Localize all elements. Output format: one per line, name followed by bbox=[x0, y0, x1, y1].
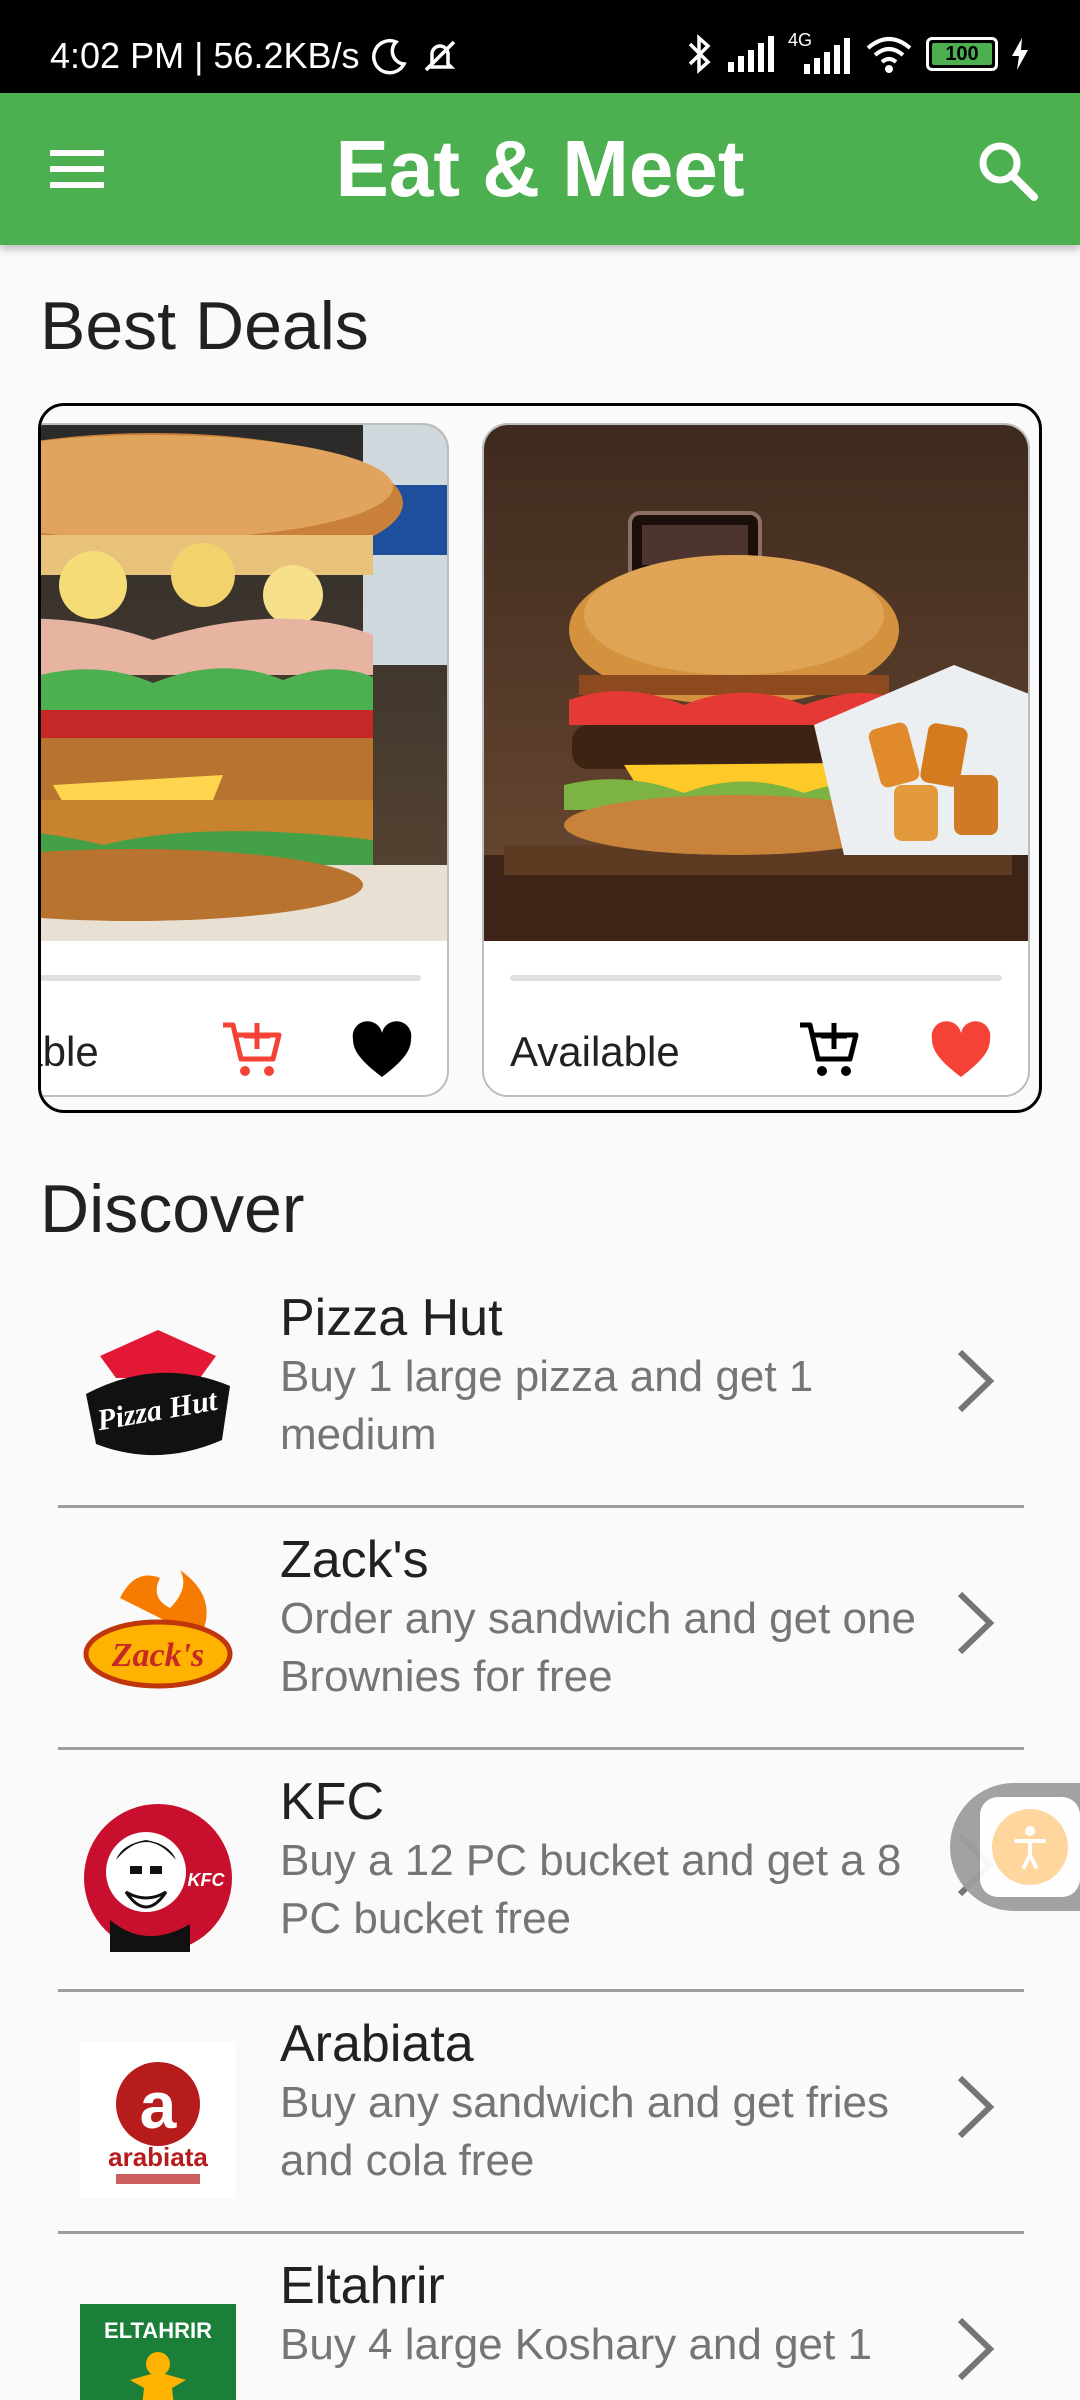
person-icon bbox=[1014, 1826, 1046, 1869]
best-deals-carousel[interactable]: Available bbox=[38, 403, 1042, 1113]
list-item-eltahrir[interactable]: ELTAHRIR Eltahrir Buy 4 large Koshary an… bbox=[58, 2234, 1024, 2400]
chevron-right-icon bbox=[957, 1349, 995, 1413]
deal-image bbox=[41, 425, 447, 941]
kfc-logo: KFC bbox=[84, 1804, 232, 1952]
kfc-logo-text: KFC bbox=[188, 1870, 226, 1890]
deal-card[interactable]: Available bbox=[482, 423, 1030, 1097]
charging-icon bbox=[1012, 38, 1028, 70]
status-bar: 4:02 PM | 56.2KB/s 4G 100 bbox=[0, 0, 1080, 93]
chevron-right-icon bbox=[957, 2075, 995, 2139]
restaurant-deal: Buy any sandwich and get fries and cola … bbox=[280, 2078, 890, 2185]
app-title: Eat & Meet bbox=[335, 124, 745, 213]
restaurant-name: KFC bbox=[280, 1773, 384, 1831]
chevron-right-icon bbox=[957, 1591, 995, 1655]
app-screen: 4:02 PM | 56.2KB/s 4G 100 Eat & Meet Bes… bbox=[0, 0, 1080, 2400]
status-right: 4G 100 bbox=[684, 30, 1030, 76]
battery: 100 bbox=[926, 37, 998, 71]
discover-title: Discover bbox=[40, 1171, 305, 1247]
accessibility-button-inner bbox=[980, 1797, 1080, 1897]
zacks-logo-text: Zack's bbox=[111, 1637, 205, 1674]
arabiata-logo-letter: a bbox=[140, 2068, 178, 2142]
deal-image bbox=[484, 425, 1028, 941]
eltahrir-logo-text: ELTAHRIR bbox=[104, 2318, 212, 2343]
signal-icon bbox=[728, 36, 774, 72]
list-item-kfc[interactable]: KFC KFC Buy a 12 PC bucket and get a 8 P… bbox=[58, 1750, 1024, 1992]
deal-divider bbox=[41, 975, 421, 981]
search-icon[interactable] bbox=[974, 137, 1040, 203]
list-item-pizza-hut[interactable]: Pizza Hut Pizza Hut Buy 1 large pizza an… bbox=[58, 1266, 1024, 1508]
bluetooth-icon bbox=[688, 34, 711, 74]
add-to-cart-icon[interactable] bbox=[796, 1019, 862, 1081]
beef-burger-fries-image bbox=[484, 425, 1028, 941]
restaurant-name: Pizza Hut bbox=[280, 1289, 503, 1347]
restaurant-deal: Buy 4 large Koshary and get 1 ... bbox=[280, 2320, 872, 2400]
wifi-icon bbox=[866, 37, 912, 73]
add-to-cart-icon[interactable] bbox=[219, 1019, 285, 1081]
favorite-heart-icon[interactable] bbox=[351, 1021, 413, 1079]
restaurant-name: Arabiata bbox=[280, 2015, 474, 2073]
restaurant-name: Zack's bbox=[280, 1531, 429, 1589]
chicken-burger-image bbox=[41, 425, 447, 941]
deal-status: Available bbox=[41, 1028, 99, 1075]
restaurant-deal: Buy 1 large pizza and get 1 medium bbox=[280, 1352, 814, 1459]
best-deals-title: Best Deals bbox=[40, 288, 369, 364]
signal-4g-icon bbox=[804, 38, 850, 74]
list-item-arabiata[interactable]: a arabiata Arabiata Buy any sandwich and… bbox=[58, 1992, 1024, 2234]
zacks-logo: Zack's bbox=[83, 1570, 233, 1689]
eltahrir-logo: ELTAHRIR bbox=[80, 2304, 236, 2400]
favorite-heart-icon[interactable] bbox=[930, 1021, 992, 1079]
list-item-zacks[interactable]: Zack's Zack's Order any sandwich and get… bbox=[58, 1508, 1024, 1750]
accessibility-float-button[interactable] bbox=[950, 1783, 1080, 1911]
deal-card[interactable]: Available bbox=[41, 423, 449, 1097]
arabiata-logo-text: arabiata bbox=[108, 2142, 208, 2172]
arabiata-logo: a arabiata bbox=[80, 2042, 236, 2198]
status-time-speed: 4:02 PM | 56.2KB/s bbox=[50, 35, 360, 76]
pizza-hut-logo: Pizza Hut bbox=[86, 1330, 230, 1456]
deal-divider bbox=[510, 975, 1002, 981]
deal-status: Available bbox=[510, 1028, 680, 1075]
app-bar: Eat & Meet bbox=[0, 93, 1080, 245]
restaurant-name: Eltahrir bbox=[280, 2257, 445, 2315]
signal-4g: 4G bbox=[788, 30, 852, 76]
status-left: 4:02 PM | 56.2KB/s bbox=[50, 36, 460, 76]
restaurant-deal: Order any sandwich and get one Brownies … bbox=[280, 1594, 916, 1701]
restaurant-deal: Buy a 12 PC bucket and get a 8 PC bucket… bbox=[280, 1836, 902, 1943]
moon-icon bbox=[371, 38, 407, 75]
battery-level: 100 bbox=[945, 42, 979, 65]
bell-off-icon bbox=[424, 40, 455, 72]
chevron-right-icon bbox=[957, 2317, 995, 2381]
accessibility-icon bbox=[992, 1809, 1068, 1885]
